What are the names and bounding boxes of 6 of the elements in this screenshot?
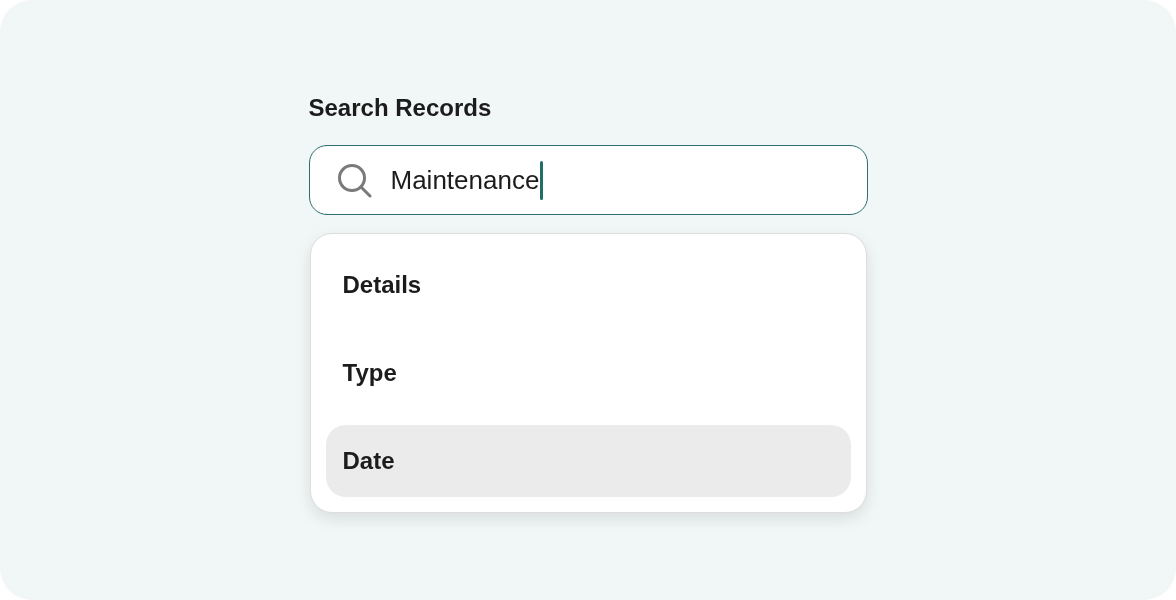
suggestion-item[interactable]: Details [325, 249, 851, 321]
field-label: Search Records [308, 93, 492, 123]
suggestion-item[interactable]: Type [325, 337, 851, 409]
search-icon [336, 162, 372, 198]
search-field[interactable]: Maintenance [308, 145, 868, 215]
suggestion-item[interactable]: Date [325, 425, 851, 497]
